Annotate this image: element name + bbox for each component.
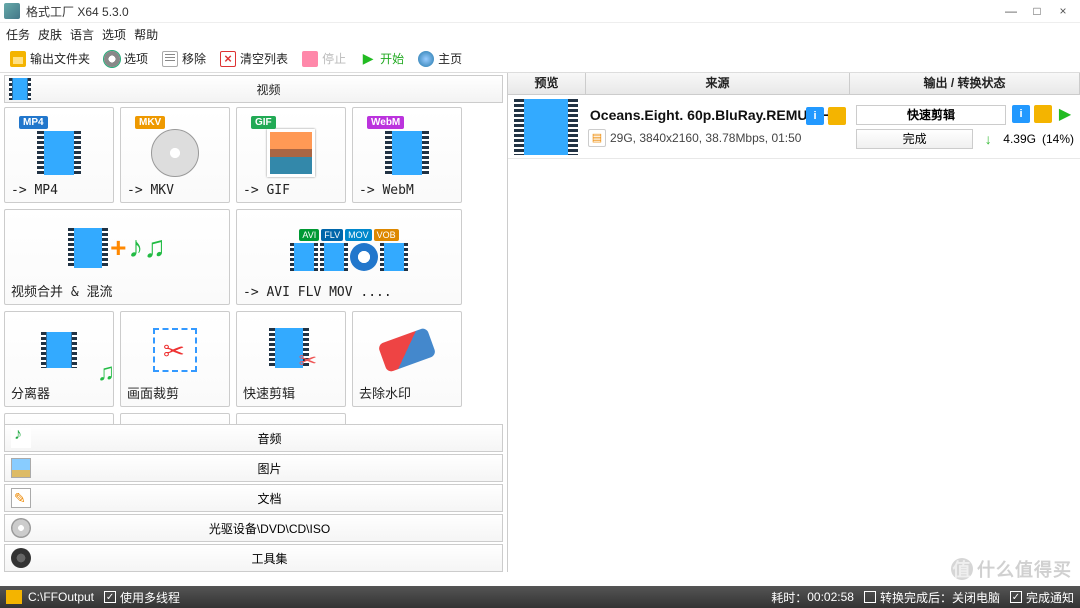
tile-mkv[interactable]: MKV -> MKV <box>120 107 230 203</box>
play-icon[interactable]: ▶ <box>1056 105 1074 123</box>
tile-merge[interactable]: + ♪♫ 视频合并 & 混流 <box>4 209 230 305</box>
disc-icon <box>151 129 199 177</box>
folder-icon[interactable] <box>828 107 846 125</box>
gear-icon <box>11 548 31 568</box>
document-icon <box>162 51 178 67</box>
tile-webm[interactable]: WebM -> WebM <box>352 107 462 203</box>
category-disc[interactable]: 光驱设备\DVD\CD\ISO <box>4 514 503 542</box>
start-button[interactable]: ▶开始 <box>356 48 408 69</box>
status-bar: C:\FFOutput ✓ 使用多线程 耗时： 00:02:58 转换完成后：关… <box>0 586 1080 608</box>
elapsed-time: 00:02:58 <box>807 590 854 604</box>
music-note-icon: ♪♫ <box>128 231 166 265</box>
folder-icon[interactable] <box>6 590 22 604</box>
info-icon[interactable]: i <box>1012 105 1030 123</box>
menu-language[interactable]: 语言 <box>70 26 94 43</box>
category-image[interactable]: 图片 <box>4 454 503 482</box>
tile-separator[interactable]: ♫ 分离器 <box>4 311 114 407</box>
right-panel: 预览 来源 输出 / 转换状态 i Oceans.Eight. 60p.BluR… <box>508 73 1080 572</box>
output-percent: (14%) <box>1042 132 1074 146</box>
pencil-icon <box>11 488 31 508</box>
gear-icon <box>104 51 120 67</box>
folder-icon[interactable] <box>1034 105 1052 123</box>
maximize-button[interactable]: □ <box>1024 4 1050 18</box>
multithread-label: 使用多线程 <box>120 589 180 606</box>
tile-crop[interactable]: 画面裁剪 <box>120 311 230 407</box>
x-icon: × <box>220 51 236 67</box>
tile-partial[interactable] <box>120 413 230 424</box>
info-icon[interactable]: i <box>806 107 824 125</box>
tile-mp4[interactable]: MP4 -> MP4 <box>4 107 114 203</box>
music-note-icon: ♫ <box>97 359 115 387</box>
plus-icon: + <box>110 232 126 264</box>
category-document[interactable]: 文档 <box>4 484 503 512</box>
output-folder-button[interactable]: 输出文件夹 <box>6 48 94 69</box>
tile-gif[interactable]: GIF -> GIF <box>236 107 346 203</box>
minimize-button[interactable]: — <box>998 4 1024 18</box>
multithread-checkbox[interactable]: ✓ <box>104 591 116 603</box>
menu-bar: 任务 皮肤 语言 选项 帮助 <box>0 23 1080 45</box>
video-tiles: MP4 -> MP4 MKV -> MKV GIF -> GIF WebM ->… <box>0 103 507 424</box>
notify-label: 完成通知 <box>1026 589 1074 606</box>
menu-options[interactable]: 选项 <box>102 26 126 43</box>
source-metadata: 29G, 3840x2160, 38.78Mbps, 01:50 <box>610 131 801 145</box>
output-size: 4.39G <box>1003 132 1036 146</box>
disc-icon <box>11 518 31 538</box>
task-status: 完成 <box>856 129 973 149</box>
remove-button[interactable]: 移除 <box>158 48 210 69</box>
notify-checkbox[interactable]: ✓ <box>1010 591 1022 603</box>
document-icon[interactable]: ▤ <box>588 129 606 147</box>
tile-remove-watermark[interactable]: 去除水印 <box>352 311 462 407</box>
title-bar: 格式工厂 X64 5.3.0 — □ × <box>0 0 1080 23</box>
film-icon <box>385 131 429 175</box>
menu-help[interactable]: 帮助 <box>134 26 158 43</box>
task-list-header: 预览 来源 输出 / 转换状态 <box>508 73 1080 95</box>
header-status[interactable]: 输出 / 转换状态 <box>850 73 1080 94</box>
globe-icon <box>418 51 434 67</box>
music-icon <box>11 428 31 448</box>
app-icon <box>4 3 20 19</box>
task-thumbnail <box>514 99 578 155</box>
left-panel: 视频 MP4 -> MP4 MKV -> MKV GIF -> GIF WebM <box>0 73 508 572</box>
options-button[interactable]: 选项 <box>100 48 152 69</box>
photo-icon <box>267 129 315 177</box>
clock-icon <box>350 243 378 271</box>
category-video-header[interactable]: 视频 <box>4 75 503 103</box>
eraser-icon <box>377 327 436 373</box>
elapsed-label: 耗时： <box>771 589 807 606</box>
task-operation-label: 快速剪辑 <box>856 105 1006 125</box>
tile-partial[interactable] <box>4 413 114 424</box>
home-button[interactable]: 主页 <box>414 48 466 69</box>
output-path[interactable]: C:\FFOutput <box>28 590 94 604</box>
tile-quick-edit[interactable]: 快速剪辑 <box>236 311 346 407</box>
task-row[interactable]: i Oceans.Eight. 60p.BluRay.REMUX.HE\ ▤ 2… <box>508 95 1080 159</box>
after-done-label: 转换完成后：关闭电脑 <box>880 589 1000 606</box>
picture-icon <box>11 458 31 478</box>
film-icon <box>41 332 77 368</box>
play-icon: ▶ <box>360 51 376 67</box>
clear-list-button[interactable]: ×清空列表 <box>216 48 292 69</box>
category-tools[interactable]: 工具集 <box>4 544 503 572</box>
tile-partial[interactable] <box>236 413 346 424</box>
header-preview[interactable]: 预览 <box>508 73 586 94</box>
crop-icon <box>153 328 197 372</box>
scissors-icon <box>269 328 313 372</box>
category-audio[interactable]: 音频 <box>4 424 503 452</box>
tile-multi-format[interactable]: AVIFLVMOVVOB -> AVI FLV MOV .... <box>236 209 462 305</box>
after-done-checkbox[interactable] <box>864 591 876 603</box>
folder-icon <box>10 51 26 67</box>
menu-task[interactable]: 任务 <box>6 26 30 43</box>
download-arrow-icon: ↓ <box>979 130 997 148</box>
window-title: 格式工厂 X64 5.3.0 <box>26 3 998 20</box>
close-button[interactable]: × <box>1050 4 1076 18</box>
menu-skin[interactable]: 皮肤 <box>38 26 62 43</box>
toolbar: 输出文件夹 选项 移除 ×清空列表 停止 ▶开始 主页 <box>0 45 1080 73</box>
film-icon <box>68 228 108 268</box>
video-icon <box>9 78 31 100</box>
film-icon <box>37 131 81 175</box>
stop-icon <box>302 51 318 67</box>
stop-button[interactable]: 停止 <box>298 48 350 69</box>
header-source[interactable]: 来源 <box>586 73 850 94</box>
watermark: 值 什么值得买 <box>951 556 1072 582</box>
film-icon <box>290 243 318 271</box>
